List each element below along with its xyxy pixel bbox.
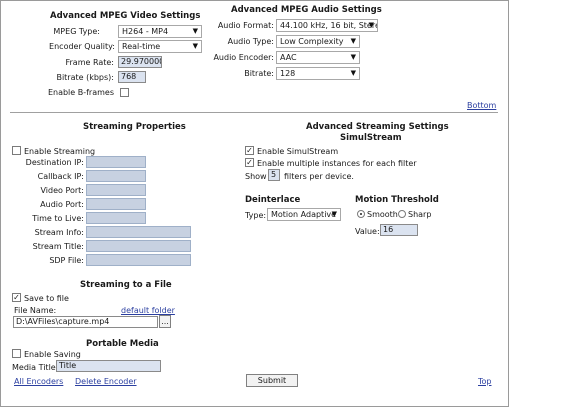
ttl-label: Time to Live:	[32, 214, 84, 223]
audio-type-select[interactable]: Low Complexity ▼	[276, 35, 360, 48]
chevron-down-icon: ▼	[192, 27, 198, 35]
audio-settings-title: Advanced MPEG Audio Settings	[231, 5, 382, 15]
portable-media-title: Portable Media	[86, 339, 159, 349]
video-bitrate-input[interactable]: 768	[118, 71, 146, 83]
chevron-down-icon: ▼	[350, 69, 356, 77]
ttl-input[interactable]	[86, 212, 146, 224]
video-settings-title: Advanced MPEG Video Settings	[50, 11, 201, 21]
smooth-radio[interactable]	[357, 210, 365, 218]
audio-bitrate-select[interactable]: 128 ▼	[276, 67, 360, 80]
divider	[10, 112, 498, 113]
video-bitrate-label: Bitrate (kbps):	[56, 73, 114, 82]
stream-info-input[interactable]	[86, 226, 191, 238]
enable-simulstream-checkbox[interactable]: ✓	[245, 146, 254, 155]
deinterlace-type-label: Type:	[245, 211, 267, 220]
bottom-link[interactable]: Bottom	[467, 101, 496, 110]
stream-title-label: Stream Title:	[32, 242, 84, 251]
sdp-file-label: SDP File:	[49, 256, 84, 265]
audio-encoder-select[interactable]: AAC ▼	[276, 51, 360, 64]
encoder-quality-select[interactable]: Real-time ▼	[118, 40, 202, 53]
bframes-checkbox[interactable]	[120, 88, 129, 97]
audio-type-label: Audio Type:	[227, 37, 274, 46]
file-name-label: File Name:	[14, 306, 57, 315]
mpeg-type-select[interactable]: H264 - MP4 ▼	[118, 25, 202, 38]
show-suffix-label: filters per device.	[284, 172, 354, 181]
chevron-down-icon: ▼	[331, 210, 337, 218]
callback-ip-label: Callback IP:	[37, 172, 84, 181]
audio-port-input[interactable]	[86, 198, 146, 210]
enable-saving-label: Enable Saving	[24, 350, 81, 359]
audio-format-select[interactable]: 44.100 kHz, 16 bit, Stere ▼	[276, 19, 378, 32]
chevron-down-icon: ▼	[350, 53, 356, 61]
advanced-streaming-title: Advanced Streaming Settings	[306, 122, 449, 132]
stream-title-input[interactable]	[86, 240, 191, 252]
chevron-down-icon: ▼	[368, 21, 374, 29]
frame-rate-input[interactable]: 29.9700000	[118, 56, 162, 68]
encoder-quality-label: Encoder Quality:	[49, 42, 115, 51]
threshold-value-label: Value:	[355, 227, 380, 236]
multi-instances-checkbox[interactable]: ✓	[245, 158, 254, 167]
streaming-to-file-title: Streaming to a File	[80, 280, 172, 290]
sdp-file-input[interactable]	[86, 254, 191, 266]
browse-button[interactable]: ...	[159, 315, 171, 328]
show-label: Show	[245, 172, 267, 181]
file-path-input[interactable]: D:\AVFiles\capture.mp4	[13, 316, 158, 328]
show-count-input[interactable]: 5	[268, 169, 280, 181]
multi-instances-label: Enable multiple instances for each filte…	[257, 159, 417, 168]
threshold-value-input[interactable]: 16	[380, 224, 418, 236]
video-port-input[interactable]	[86, 184, 146, 196]
enable-simulstream-label: Enable SimulStream	[257, 147, 339, 156]
bframes-label: Enable B-frames	[47, 88, 114, 97]
deinterlace-type-select[interactable]: Motion Adaptive ▼	[267, 208, 341, 221]
save-to-file-label: Save to file	[24, 294, 69, 303]
simulstream-subtitle: SimulStream	[340, 133, 402, 143]
frame-rate-label: Frame Rate:	[65, 58, 114, 67]
submit-button[interactable]: Submit	[246, 374, 298, 387]
media-title-input[interactable]: Title	[56, 360, 161, 372]
top-link[interactable]: Top	[478, 377, 492, 386]
sharp-label: Sharp	[408, 210, 432, 219]
streaming-properties-title: Streaming Properties	[83, 122, 186, 132]
audio-encoder-label: Audio Encoder:	[213, 53, 274, 62]
audio-port-label: Audio Port:	[40, 200, 84, 209]
audio-bitrate-label: Bitrate:	[244, 69, 274, 78]
stream-info-label: Stream Info:	[34, 228, 84, 237]
motion-threshold-title: Motion Threshold	[355, 195, 439, 205]
deinterlace-title: Deinterlace	[245, 195, 301, 205]
smooth-label: Smooth	[367, 210, 398, 219]
callback-ip-input[interactable]	[86, 170, 146, 182]
audio-format-label: Audio Format:	[217, 21, 274, 30]
video-port-label: Video Port:	[40, 186, 84, 195]
sharp-radio[interactable]	[398, 210, 406, 218]
enable-streaming-checkbox[interactable]	[12, 146, 21, 155]
destination-ip-input[interactable]	[86, 156, 146, 168]
all-encoders-link[interactable]: All Encoders	[14, 377, 63, 386]
enable-saving-checkbox[interactable]	[12, 349, 21, 358]
chevron-down-icon: ▼	[350, 37, 356, 45]
destination-ip-label: Destination IP:	[25, 158, 84, 167]
media-title-label: Media Title:	[12, 363, 59, 372]
default-folder-link[interactable]: default folder	[121, 306, 175, 315]
mpeg-type-label: MPEG Type:	[53, 27, 100, 36]
save-to-file-checkbox[interactable]: ✓	[12, 293, 21, 302]
delete-encoder-link[interactable]: Delete Encoder	[75, 377, 137, 386]
enable-streaming-label: Enable Streaming	[24, 147, 96, 156]
chevron-down-icon: ▼	[192, 42, 198, 50]
